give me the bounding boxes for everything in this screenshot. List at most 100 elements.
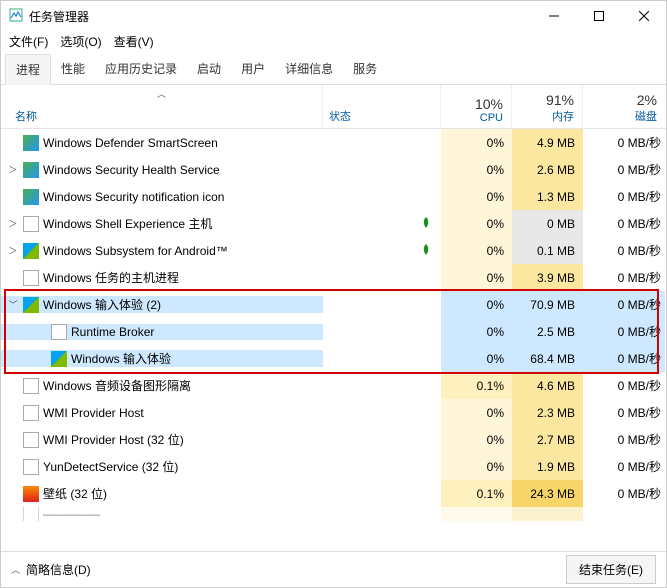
process-icon [51,324,67,340]
cell-name: ＞Windows Defender SmartScreen [1,135,323,151]
tab-performance[interactable]: 性能 [51,54,95,84]
tab-app-history[interactable]: 应用历史记录 [95,54,187,84]
table-row[interactable]: ＞Windows Defender SmartScreen0%4.9 MB0 M… [1,129,666,156]
cell-disk: 0 MB/秒 [583,156,665,183]
table-row[interactable]: ＞YunDetectService (32 位)0%1.9 MB0 MB/秒 [1,453,666,480]
table-row[interactable]: ＞WMI Provider Host0%2.3 MB0 MB/秒 [1,399,666,426]
cell-disk: 0 MB/秒 [583,453,665,480]
process-icon [23,459,39,475]
cell-name: ＞ Windows Subsystem for Android™ [1,243,323,259]
col-cpu-header[interactable]: 10% CPU [441,85,512,128]
process-list[interactable]: ＞Windows Defender SmartScreen0%4.9 MB0 M… [1,129,666,551]
process-icon [23,405,39,421]
process-name: WMI Provider Host (32 位) [43,431,184,448]
process-icon [23,270,39,286]
cell-name: ＞Windows Security notification icon [1,189,323,205]
cell-memory: 24.3 MB [512,480,583,507]
menu-file[interactable]: 文件(F) [9,33,48,50]
cell-name: ＞YunDetectService (32 位) [1,458,323,475]
process-name: Windows Defender SmartScreen [43,136,218,150]
cell-disk: 0 MB/秒 [583,183,665,210]
table-row[interactable]: ＞WMI Provider Host (32 位)0%2.7 MB0 MB/秒 [1,426,666,453]
cell-cpu: 0% [441,426,512,453]
maximize-button[interactable] [576,1,621,31]
tab-services[interactable]: 服务 [343,54,387,84]
table-row[interactable]: ＞— — — — — [1,507,666,521]
cell-cpu: 0% [441,156,512,183]
col-name-header[interactable]: ︿ 名称 [1,85,323,128]
tab-startup[interactable]: 启动 [187,54,231,84]
process-icon [23,216,39,232]
col-status-header[interactable]: 状态 [323,85,441,128]
process-name: Windows Shell Experience 主机 [43,215,212,232]
process-icon [23,378,39,394]
table-row[interactable]: ＞Windows 输入体验0%68.4 MB0 MB/秒 [1,345,666,372]
eco-mode-icon [421,217,431,231]
cell-disk: 0 MB/秒 [583,210,665,237]
less-details-button[interactable]: 简略信息(D) [26,561,91,578]
col-disk-header[interactable]: 2% 磁盘 [583,85,665,128]
cell-name: ＞Windows 任务的主机进程 [1,269,323,286]
cell-cpu: 0% [441,399,512,426]
chevron-right-icon[interactable]: ＞ [7,217,19,230]
table-row[interactable]: ＞ Windows Security Health Service 0%2.6 MB… [1,156,666,183]
cell-disk: 0 MB/秒 [583,318,665,345]
cell-memory: 68.4 MB [512,345,583,372]
process-icon [23,432,39,448]
cell-memory: 1.3 MB [512,183,583,210]
cell-disk: 0 MB/秒 [583,264,665,291]
table-row[interactable]: ﹀Windows 输入体验 (2)0%70.9 MB0 MB/秒 [1,291,666,318]
menubar: 文件(F) 选项(O) 查看(V) [1,31,666,54]
cell-memory: 2.7 MB [512,426,583,453]
cell-cpu: 0.1% [441,372,512,399]
table-row[interactable]: ＞Windows Security notification icon 0%1.3… [1,183,666,210]
chevron-down-icon[interactable]: ﹀ [7,298,19,311]
table-row[interactable]: ＞Windows Subsystem for Android™0%0.1 MB0… [1,237,666,264]
process-name: Windows Security Health Service [43,163,220,177]
menu-view[interactable]: 查看(V) [114,33,154,50]
process-icon [23,135,39,151]
cell-name: ＞WMI Provider Host [1,405,323,421]
chevron-right-icon[interactable]: ＞ [7,244,19,257]
table-row[interactable]: ＞Windows Shell Experience 主机0%0 MB0 MB/秒 [1,210,666,237]
process-name: Windows 任务的主机进程 [43,269,179,286]
cell-cpu: 0% [441,129,512,156]
cell-memory: 2.6 MB [512,156,583,183]
close-button[interactable] [621,1,666,31]
menu-options[interactable]: 选项(O) [60,33,101,50]
process-name: Windows 音频设备图形隔离 [43,377,191,394]
cell-name: ＞Windows 音频设备图形隔离 [1,377,323,394]
process-icon [23,162,39,178]
cell-cpu: 0% [441,210,512,237]
cell-status [323,217,441,231]
table-row[interactable]: ＞壁纸 (32 位)0.1%24.3 MB0 MB/秒 [1,480,666,507]
table-row[interactable]: ＞Windows 音频设备图形隔离0.1%4.6 MB0 MB/秒 [1,372,666,399]
process-icon [23,297,39,313]
cell-cpu: 0% [441,345,512,372]
process-name: Windows 输入体验 (2) [43,296,161,313]
column-headers: ︿ 名称 状态 10% CPU 91% 内存 2% 磁盘 [1,85,666,129]
cell-memory: 4.6 MB [512,372,583,399]
tab-details[interactable]: 详细信息 [275,54,343,84]
end-task-button[interactable]: 结束任务(E) [566,555,656,584]
window-title: 任务管理器 [29,8,89,25]
process-name: 壁纸 (32 位) [43,485,107,502]
process-name: Windows Security notification icon [43,190,224,204]
chevron-right-icon[interactable]: ＞ [7,163,19,176]
cell-cpu: 0.1% [441,480,512,507]
minimize-button[interactable] [531,1,576,31]
cell-name: ＞— — — — — [1,507,323,521]
cell-name: ＞Runtime Broker [1,324,323,340]
cell-memory: 0.1 MB [512,237,583,264]
tab-users[interactable]: 用户 [231,54,275,84]
cell-cpu: 0% [441,318,512,345]
process-name: Runtime Broker [71,325,154,339]
chevron-up-icon: ︿ [11,563,20,576]
table-row[interactable]: ＞Windows 任务的主机进程0%3.9 MB0 MB/秒 [1,264,666,291]
tab-processes[interactable]: 进程 [5,54,51,85]
cell-cpu: 0% [441,183,512,210]
table-row[interactable]: ＞Runtime Broker0%2.5 MB0 MB/秒 [1,318,666,345]
col-memory-header[interactable]: 91% 内存 [512,85,583,128]
process-name: Windows Subsystem for Android™ [43,244,228,258]
process-icon [23,189,39,205]
